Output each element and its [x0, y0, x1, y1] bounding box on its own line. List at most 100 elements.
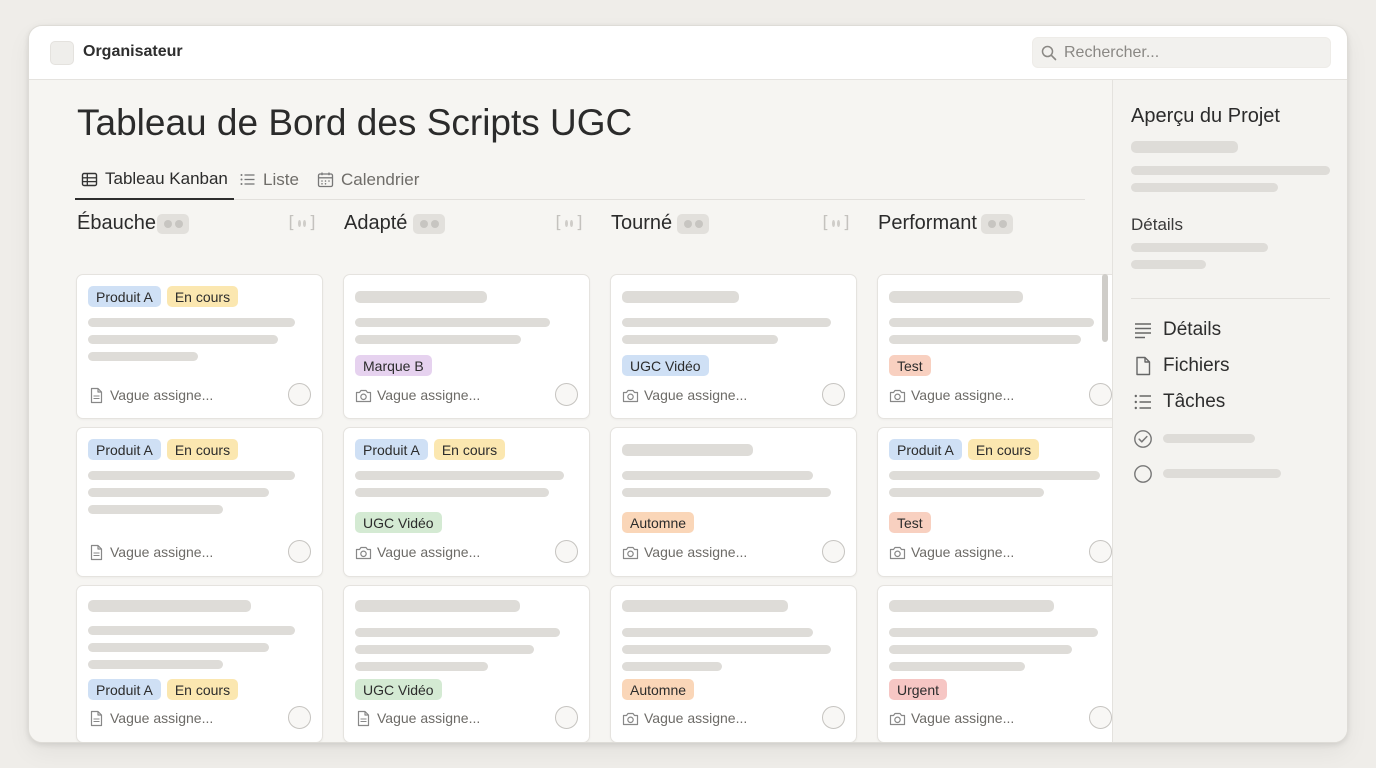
app-title: Organisateur	[83, 43, 183, 60]
assignee-avatar[interactable]	[1089, 706, 1112, 729]
assignee-label: Vague assigne...	[377, 544, 481, 560]
assignee-label: Vague assigne...	[911, 710, 1015, 726]
panel-item-label: Détails	[1163, 319, 1222, 340]
tab-list-label: Liste	[263, 169, 299, 189]
card-count-badge	[981, 214, 1013, 234]
assignee-label: Vague assigne...	[911, 544, 1015, 560]
script-card[interactable]: Urgent Vague assigne...	[877, 585, 1112, 742]
assignee-label: Vague assigne...	[110, 710, 214, 726]
search-input[interactable]	[1064, 42, 1319, 64]
vertical-scrollbar[interactable]	[1102, 274, 1108, 342]
tag-test: Test	[889, 512, 931, 533]
assignee-avatar[interactable]	[822, 706, 845, 729]
assignee-label: Vague assigne...	[377, 710, 481, 726]
column-header-adapte: Adapté []	[344, 210, 589, 236]
panel-item-tasks[interactable]: Tâches	[1133, 389, 1225, 415]
script-card[interactable]: Produit A En cours Test Vague assigne...	[877, 427, 1112, 577]
assignee-avatar[interactable]	[1089, 540, 1112, 563]
assignee-avatar[interactable]	[1089, 383, 1112, 406]
task-item[interactable]	[1133, 461, 1153, 487]
camera-icon	[889, 546, 906, 560]
app-window: Organisateur Tableau de Bord des Scripts…	[28, 25, 1348, 743]
search-icon	[1041, 45, 1057, 61]
column-header-tourne: Tourné []	[611, 210, 856, 236]
page-title: Tableau de Bord des Scripts UGC	[77, 102, 633, 143]
script-card[interactable]: Produit A En cours Vague assigne...	[76, 427, 323, 577]
check-circle-icon[interactable]	[1133, 429, 1153, 449]
tag-product: Produit A	[88, 439, 161, 460]
assignee-avatar[interactable]	[288, 706, 311, 729]
table-icon	[81, 172, 98, 186]
checklist-icon	[1134, 394, 1151, 410]
assignee-label: Vague assigne...	[644, 544, 748, 560]
tag-type: UGC Vidéo	[355, 512, 442, 533]
list-icon	[240, 174, 255, 185]
panel-item-details[interactable]: Détails	[1133, 317, 1221, 343]
assignee-avatar[interactable]	[822, 383, 845, 406]
project-overview-panel: Aperçu du Projet Détails Détails Fichier…	[1112, 80, 1347, 742]
tag-product: Produit A	[355, 439, 428, 460]
script-card[interactable]: Marque B Vague assigne...	[343, 274, 590, 419]
script-card[interactable]: Test Vague assigne...	[877, 274, 1112, 419]
script-card[interactable]: Automne Vague assigne...	[610, 427, 857, 577]
main-content: Tableau de Bord des Scripts UGC Tableau …	[29, 80, 1112, 742]
assignee-label: Vague assigne...	[644, 387, 748, 403]
document-icon	[90, 387, 103, 404]
assignee-label: Vague assigne...	[110, 387, 214, 403]
empty-circle-icon[interactable]	[1133, 464, 1153, 484]
document-icon	[90, 710, 103, 727]
tag-product: Produit A	[889, 439, 962, 460]
tag-status: En cours	[433, 439, 506, 460]
assignee-avatar[interactable]	[555, 383, 578, 406]
camera-icon	[622, 712, 639, 726]
view-tabs: Tableau Kanban Liste Calendrier	[75, 160, 1085, 200]
tag-status: En cours	[166, 679, 239, 700]
script-card[interactable]: Produit A En cours Vague assigne...	[76, 274, 323, 419]
tab-kanban[interactable]: Tableau Kanban	[75, 160, 234, 200]
assignee-avatar[interactable]	[288, 540, 311, 563]
assignee-avatar[interactable]	[822, 540, 845, 563]
card-count-badge	[157, 214, 189, 234]
script-card[interactable]: Produit A En cours UGC Vidéo Vague assig…	[343, 427, 590, 577]
assignee-avatar[interactable]	[555, 540, 578, 563]
column-menu-icon[interactable]: []	[553, 213, 585, 233]
file-icon	[1136, 356, 1151, 376]
tag-status: En cours	[166, 286, 239, 307]
assignee-avatar[interactable]	[555, 706, 578, 729]
tab-calendar-label: Calendrier	[341, 169, 420, 189]
column-header-performant: Performant []	[878, 210, 1112, 236]
script-card[interactable]: Produit A En cours Vague assigne...	[76, 585, 323, 742]
camera-icon	[622, 389, 639, 403]
top-bar: Organisateur	[29, 26, 1347, 80]
tab-calendar[interactable]: Calendrier	[311, 160, 425, 199]
script-card[interactable]: UGC Vidéo Vague assigne...	[343, 585, 590, 742]
script-card[interactable]: Automne Vague assigne...	[610, 585, 857, 742]
panel-section-label: Détails	[1131, 215, 1183, 234]
assignee-label: Vague assigne...	[911, 387, 1015, 403]
tab-kanban-label: Tableau Kanban	[105, 169, 228, 188]
camera-icon	[889, 712, 906, 726]
tag-priority: Urgent	[889, 679, 948, 700]
assignee-avatar[interactable]	[288, 383, 311, 406]
column-menu-icon[interactable]: []	[820, 213, 852, 233]
tag-type: UGC Vidéo	[622, 355, 709, 376]
task-item[interactable]	[1133, 426, 1153, 452]
tag-product: Produit A	[88, 679, 161, 700]
column-title: Performant	[878, 212, 977, 234]
assignee-label: Vague assigne...	[110, 544, 214, 560]
tab-list[interactable]: Liste	[233, 160, 305, 199]
camera-icon	[889, 389, 906, 403]
document-icon	[357, 710, 370, 727]
document-icon	[90, 544, 103, 561]
panel-item-label: Tâches	[1163, 391, 1226, 412]
panel-item-files[interactable]: Fichiers	[1133, 353, 1230, 379]
column-title: Tourné	[611, 212, 673, 234]
search-box[interactable]	[1032, 37, 1331, 68]
card-count-badge	[677, 214, 709, 234]
tag-product: Produit A	[88, 286, 161, 307]
script-card[interactable]: UGC Vidéo Vague assigne...	[610, 274, 857, 419]
camera-icon	[622, 546, 639, 560]
column-title: Adapté	[344, 212, 408, 234]
column-menu-icon[interactable]: []	[286, 213, 318, 233]
assignee-label: Vague assigne...	[644, 710, 748, 726]
